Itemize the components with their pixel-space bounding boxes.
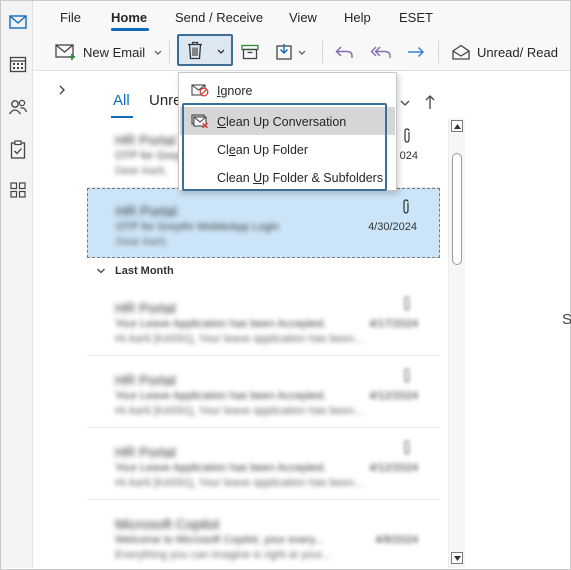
preview: Hi Aarti [KA591], Your leave application… (115, 405, 364, 417)
menu-item-clean-up-folder-subfolders[interactable]: Clean Up Folder & Subfolders (180, 163, 395, 191)
tab-send-receive[interactable]: Send / Receive (175, 10, 263, 25)
scroll-thumb[interactable] (452, 153, 462, 265)
tasks-icon[interactable] (7, 138, 29, 160)
menu-item-label: Clean Up Conversation (217, 115, 347, 129)
subject: OTP for Greythr MobileApp Login (116, 221, 280, 233)
filter-all-tab[interactable]: All (113, 92, 130, 109)
reply-all-button[interactable] (370, 37, 392, 67)
received-date: 4/12/2024 (369, 462, 418, 474)
paperclip-icon (404, 368, 410, 383)
scroll-down-arrow[interactable] (451, 552, 463, 564)
message-list-scrollbar[interactable] (448, 118, 465, 568)
received-date: 4/17/2024 (369, 318, 418, 330)
sort-arrow-icon[interactable] (424, 94, 436, 110)
delete-button-group[interactable] (177, 34, 233, 66)
move-button[interactable] (276, 37, 307, 67)
sender-name: HR Portal (115, 444, 176, 460)
subject: Your Leave Application has been Accepted… (115, 390, 327, 402)
list-item-selected[interactable]: HR Portal OTP for Greythr MobileApp Logi… (87, 188, 440, 258)
group-title: Last Month (115, 265, 174, 277)
apps-icon[interactable] (7, 179, 29, 201)
sender-name: HR Portal (115, 132, 176, 148)
received-date: 4/12/2024 (369, 390, 418, 402)
new-email-button[interactable]: New Email (55, 37, 163, 67)
delete-dropdown-menu: Ignore Clean Up Conversation Clean Up Fo… (178, 72, 397, 191)
calendar-icon[interactable] (7, 53, 29, 75)
preview: Dear Aarti, (115, 165, 167, 177)
paperclip-icon (404, 296, 410, 311)
tab-eset[interactable]: ESET (399, 10, 433, 25)
chevron-down-icon[interactable] (399, 98, 411, 108)
menu-item-clean-up-folder[interactable]: Clean Up Folder (180, 135, 395, 163)
preview: Hi Aarti [KA591], Your leave application… (115, 333, 364, 345)
new-email-label: New Email (83, 44, 146, 60)
subject: Your Leave Application has been Accepted… (115, 462, 327, 474)
chevron-down-icon[interactable] (297, 47, 307, 57)
ribbon: New Email Unread/ Read (33, 33, 570, 71)
group-header-last-month[interactable]: Last Month (87, 260, 440, 284)
unread-read-label: Unread/ Read (477, 44, 558, 60)
preview: Dear Aarti, (116, 236, 168, 248)
expand-folder-pane-button[interactable] (56, 84, 68, 99)
people-icon[interactable] (7, 96, 29, 118)
triangle-down-icon (453, 555, 461, 561)
reply-icon (335, 46, 353, 58)
sender-name: HR Portal (116, 203, 177, 219)
move-icon (276, 44, 292, 60)
mail-icon[interactable] (7, 11, 29, 33)
menu-item-clean-up-conversation[interactable]: Clean Up Conversation (180, 107, 395, 135)
chevron-down-icon[interactable] (96, 266, 106, 276)
paperclip-icon (404, 128, 410, 143)
archive-button[interactable] (241, 37, 259, 67)
list-item[interactable]: HR Portal Your Leave Application has bee… (87, 358, 440, 428)
list-item[interactable]: Microsoft Copilot Welcome to Microsoft C… (87, 502, 440, 568)
subject: OTP for Greyt (115, 150, 184, 162)
paperclip-icon (404, 440, 410, 455)
menu-item-ignore[interactable]: Ignore (180, 76, 395, 104)
forward-button[interactable] (406, 37, 426, 67)
paperclip-icon (403, 199, 409, 214)
menu-item-label: Ignore (217, 84, 253, 98)
subject: Your Leave Application has been Accepted… (115, 318, 327, 330)
preview: Everything you can imagine is right at y… (115, 549, 331, 561)
tab-view[interactable]: View (289, 10, 317, 25)
reading-pane-text: S (562, 311, 571, 328)
chevron-right-icon[interactable] (56, 84, 68, 96)
chevron-down-icon[interactable] (216, 46, 226, 56)
tab-file[interactable]: File (60, 10, 81, 25)
sender-name: HR Portal (115, 300, 176, 316)
unread-read-button[interactable]: Unread/ Read (451, 37, 558, 67)
reply-button[interactable] (334, 37, 354, 67)
ribbon-separator (169, 41, 170, 63)
menu-item-label: Clean Up Folder & Subfolders (217, 171, 384, 185)
ribbon-separator (438, 41, 439, 63)
active-tab-indicator (111, 28, 149, 31)
sender-name: HR Portal (115, 372, 176, 388)
trash-icon[interactable] (187, 41, 203, 60)
tab-help[interactable]: Help (344, 10, 371, 25)
sender-name: Microsoft Copilot (115, 516, 220, 532)
chevron-down-icon[interactable] (153, 47, 163, 57)
tab-home[interactable]: Home (111, 10, 147, 25)
new-email-icon (55, 44, 75, 60)
nav-rail (1, 1, 33, 568)
reply-all-icon (370, 46, 391, 58)
scroll-up-arrow[interactable] (451, 120, 463, 132)
received-date: 4/8/2024 (375, 534, 418, 546)
ribbon-separator (322, 41, 323, 63)
clean-up-conversation-icon (191, 114, 208, 128)
received-date: 024 (399, 150, 418, 162)
received-date: 4/30/2024 (368, 221, 417, 233)
list-item[interactable]: HR Portal Your Leave Application has bee… (87, 286, 440, 356)
forward-icon (408, 46, 425, 58)
ignore-icon (191, 84, 209, 97)
subject: Welcome to Microsoft Copilot, your every… (115, 534, 324, 546)
menu-item-label: Clean Up Folder (217, 143, 309, 157)
envelope-open-icon (452, 44, 470, 60)
archive-icon (241, 44, 259, 60)
triangle-up-icon (453, 123, 461, 129)
filter-unread-tab[interactable]: Unre (149, 92, 182, 109)
preview: Hi Aarti [KA591], Your leave application… (115, 477, 364, 489)
list-item[interactable]: HR Portal Your Leave Application has bee… (87, 430, 440, 500)
